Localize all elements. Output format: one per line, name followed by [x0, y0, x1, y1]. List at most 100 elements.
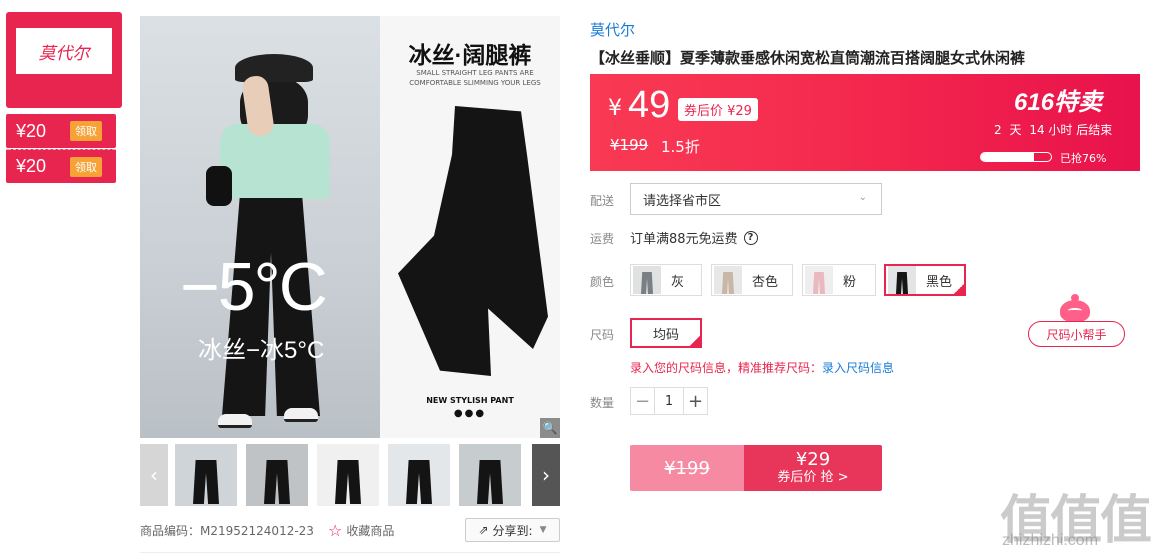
- help-icon[interactable]: ?: [743, 230, 758, 245]
- color-option-apricot[interactable]: 杏色: [711, 264, 793, 296]
- coupon-claim-button[interactable]: 领取: [70, 121, 102, 141]
- coupon-claim-button[interactable]: 领取: [70, 156, 102, 177]
- buy-coupon-price-value: ¥29: [795, 449, 831, 470]
- model-shoe: [218, 414, 252, 428]
- product-title: 【冰丝垂顺】夏季薄款垂感休闲宽松直筒潮流百搭阔腿女式休闲裤: [590, 49, 1026, 67]
- quantity-stepper: − 1 +: [630, 387, 708, 415]
- thumbnail-5[interactable]: [459, 444, 521, 506]
- buy-coupon-price[interactable]: ¥29 券后价 抢 >: [744, 445, 882, 491]
- share-icon: ⇗: [478, 523, 489, 537]
- temperature-subtext: 冰丝−冰5°C: [198, 337, 325, 364]
- shop-logo: 莫代尔: [16, 28, 112, 74]
- color-option-label: 灰: [671, 274, 685, 290]
- address-placeholder: 请选择省市区: [643, 193, 722, 209]
- discount-rate: 1.5折: [661, 138, 700, 156]
- delivery-label: 配送: [590, 194, 615, 208]
- coupon-amount: ¥20: [16, 156, 47, 176]
- thumbnail-1[interactable]: [175, 444, 237, 506]
- thumbnail-4[interactable]: [388, 444, 450, 506]
- shipping-info: 订单满88元免运费 ?: [630, 228, 758, 247]
- quantity-increment-button[interactable]: +: [683, 388, 707, 414]
- size-option-one-size[interactable]: 均码: [630, 318, 702, 348]
- selected-check-icon: [688, 334, 702, 348]
- size-hint-text: 录入您的尺码信息，精准推荐尺码：: [630, 361, 823, 375]
- countdown-day-unit: 天: [1009, 123, 1022, 137]
- size-label: 尺码: [590, 328, 615, 342]
- sold-label: 已抢76%: [1060, 152, 1107, 165]
- color-option-label: 粉: [843, 274, 857, 290]
- color-option-black[interactable]: 黑色: [884, 264, 966, 296]
- color-swatch: [805, 266, 833, 294]
- currency-symbol: ¥: [608, 96, 622, 121]
- color-swatch: [714, 266, 742, 294]
- color-option-gray[interactable]: 灰: [630, 264, 702, 296]
- flatlay-desc: SMALL STRAIGHT LEG PANTS ARE COMFORTABLE…: [409, 69, 541, 87]
- watermark-url: zhizhizhi.com: [1002, 532, 1099, 549]
- thumbnail-prev-arrow[interactable]: ‹: [140, 444, 168, 506]
- model-photo: −5°C 冰丝−冰5°C: [140, 16, 380, 438]
- size-option-label: 均码: [652, 327, 679, 343]
- sold-progress-fill: [981, 153, 1035, 161]
- size-entry-link[interactable]: 录入尺码信息: [822, 361, 894, 375]
- after-coupon-price: 券后价 ¥29: [678, 98, 758, 121]
- color-option-label: 黑色: [926, 274, 953, 290]
- thumbnail-bg: [175, 444, 237, 506]
- selected-check-icon: [952, 282, 966, 296]
- product-code: 商品编码：M21952124012-23: [140, 523, 314, 538]
- shipping-text: 订单满88元免运费: [630, 232, 738, 247]
- thumbnail-bg: [317, 444, 379, 506]
- product-flatlay: 冰丝·阔腿裤 SMALL STRAIGHT LEG PANTS ARE COMF…: [380, 16, 560, 438]
- shop-badge[interactable]: 莫代尔: [6, 12, 122, 108]
- star-icon: ☆: [328, 520, 343, 540]
- thumbnail-next-arrow[interactable]: ›: [532, 444, 560, 506]
- model-shirt: [220, 124, 330, 199]
- quantity-decrement-button[interactable]: −: [631, 388, 655, 414]
- quantity-label: 数量: [590, 396, 615, 410]
- quantity-input[interactable]: 1: [655, 388, 683, 414]
- size-hint: 录入您的尺码信息，精准推荐尺码：录入尺码信息: [630, 359, 894, 376]
- zoom-icon[interactable]: 🔍: [540, 418, 560, 438]
- shipping-label: 运费: [590, 232, 615, 246]
- countdown-suffix: 小时 后结束: [1048, 123, 1113, 137]
- thumbnail-strip: ‹ ›: [140, 444, 560, 506]
- share-button[interactable]: ⇗ 分享到: ▼: [465, 518, 560, 542]
- caret-down-icon: ▼: [539, 525, 547, 535]
- color-swatch: [633, 266, 661, 294]
- thumbnail-bg: [459, 444, 521, 506]
- buy-coupon-price-label: 券后价 抢 >: [777, 470, 849, 485]
- current-price: 49: [628, 84, 671, 126]
- model-shoe: [284, 408, 318, 422]
- sold-progress-bar: [980, 152, 1052, 162]
- thumbnail-3[interactable]: [317, 444, 379, 506]
- flatlay-pants: [398, 106, 548, 376]
- coupon-amount: ¥20: [16, 120, 47, 141]
- favorite-label: 收藏商品: [346, 523, 395, 538]
- brand-link[interactable]: 莫代尔: [590, 19, 635, 40]
- product-page: 莫代尔 ¥20 领取 ¥20 领取 −5°C 冰丝−冰5°C 冰丝·阔腿裤 SM…: [0, 0, 1153, 560]
- thumbnail-2[interactable]: [246, 444, 308, 506]
- color-label: 颜色: [590, 275, 615, 289]
- coupon-2[interactable]: ¥20 领取: [6, 149, 116, 183]
- countdown-days: 2: [994, 123, 1002, 137]
- flatlay-footer: NEW STYLISH PANT: [426, 396, 514, 405]
- product-meta: 商品编码：M21952124012-23 ☆ 收藏商品 ⇗ 分享到: ▼: [140, 518, 560, 542]
- address-select[interactable]: 请选择省市区 ⌄: [630, 183, 882, 215]
- countdown-hours: 14: [1029, 123, 1045, 137]
- favorite-button[interactable]: ☆ 收藏商品: [328, 521, 394, 540]
- countdown: 2 天 14 小时 后结束: [994, 121, 1112, 138]
- color-option-label: 杏色: [752, 274, 779, 290]
- color-option-pink[interactable]: 粉: [802, 264, 876, 296]
- buy-button[interactable]: ¥199 ¥29 券后价 抢 >: [630, 445, 882, 491]
- buy-original-price: ¥199: [630, 445, 744, 491]
- divider: [140, 552, 560, 553]
- mascot-icon: [1060, 294, 1090, 322]
- thumbnail-bg: [246, 444, 308, 506]
- thumbnail-bg: [388, 444, 450, 506]
- size-helper-button[interactable]: 尺码小帮手: [1028, 321, 1125, 347]
- event-badge: 616特卖: [1014, 89, 1103, 116]
- flatlay-title: 冰丝·阔腿裤: [408, 42, 532, 68]
- original-price: ¥199: [610, 136, 649, 154]
- model-bag: [206, 166, 232, 206]
- coupon-1[interactable]: ¥20 领取: [6, 114, 116, 148]
- main-product-image[interactable]: −5°C 冰丝−冰5°C 冰丝·阔腿裤 SMALL STRAIGHT LEG P…: [140, 16, 560, 438]
